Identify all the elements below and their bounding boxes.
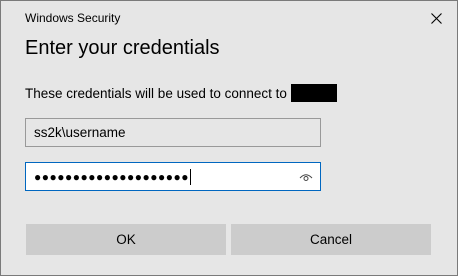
connection-message: These credentials will be used to connec… [25,84,337,102]
password-masked-value: ●●●●●●●●●●●●●●●●●●●● [34,169,189,184]
ok-button[interactable]: OK [26,224,226,255]
ok-button-label: OK [116,232,136,247]
username-value: ss2k\username [34,125,126,140]
username-field[interactable]: ss2k\username [25,118,321,147]
text-caret [189,168,191,185]
window-title: Windows Security [25,11,121,25]
cancel-button-label: Cancel [309,232,353,247]
redacted-server-name [290,84,337,102]
close-icon [430,12,442,24]
dialog-heading: Enter your credentials [25,37,220,59]
message-text: These credentials will be used to connec… [25,85,287,101]
password-field[interactable]: ●●●●●●●●●●●●●●●●●●●● [25,162,321,191]
close-button[interactable] [425,8,447,28]
title-bar: Windows Security [1,1,457,33]
credentials-dialog: Windows Security Enter your credentials … [0,0,458,276]
cancel-button[interactable]: Cancel [231,224,431,255]
eye-icon[interactable] [299,171,313,183]
